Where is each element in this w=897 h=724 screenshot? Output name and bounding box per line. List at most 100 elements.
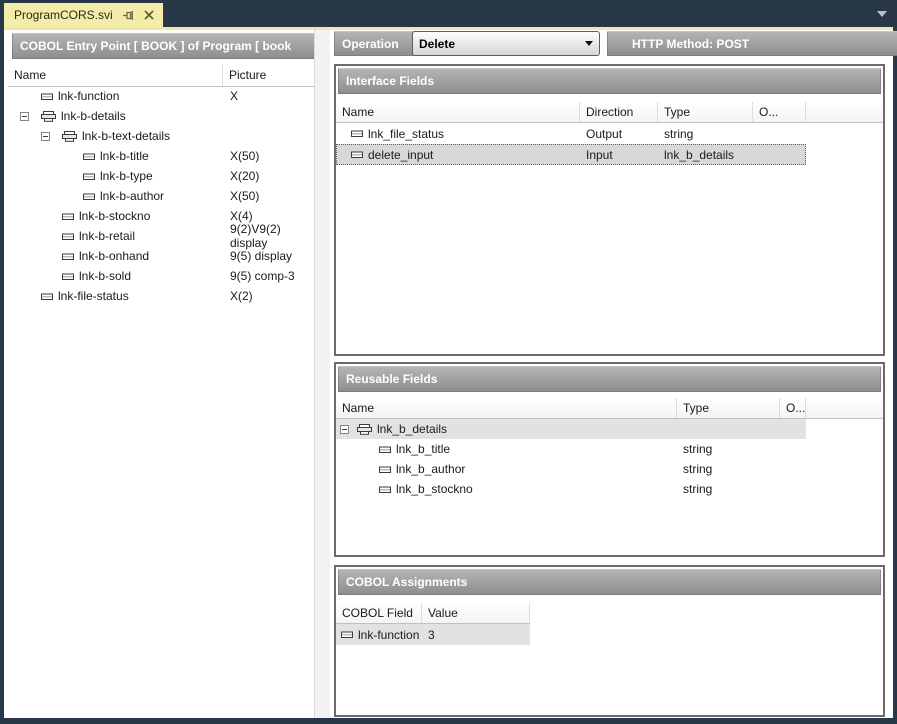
elementary-item-icon	[40, 292, 54, 301]
elementary-item-icon	[40, 92, 54, 101]
group-item-icon	[356, 424, 373, 435]
tree-item-name: lnk-b-stockno	[79, 209, 150, 223]
field-name-cell: lnk_b_details	[336, 419, 677, 439]
elementary-item-icon	[340, 630, 354, 639]
elementary-item-icon	[61, 272, 75, 281]
selected-row-highlight: lnk_b_details	[336, 419, 806, 439]
elementary-item-icon	[61, 252, 75, 261]
tree-row[interactable]: lnk-b-title X(50)	[8, 146, 314, 166]
group-item-icon	[40, 111, 57, 122]
field-occurs-cell	[780, 419, 806, 439]
pin-icon[interactable]	[123, 10, 134, 21]
collapse-minus-icon[interactable]	[20, 112, 29, 121]
cobol-assignment-row[interactable]: lnk-function3	[336, 624, 883, 645]
tree-item-name: lnk-b-title	[100, 149, 149, 163]
column-header-name[interactable]: Name	[336, 398, 677, 418]
reusable-field-row[interactable]: lnk_b_authorstring	[336, 459, 883, 479]
field-name: delete_input	[368, 148, 433, 162]
tree-item-name: lnk-b-retail	[79, 229, 135, 243]
tree-expander[interactable]	[20, 112, 40, 121]
column-header-name[interactable]: Name	[8, 64, 223, 86]
operation-dropdown-value: Delete	[419, 37, 455, 51]
tree-row[interactable]: lnk-function X	[8, 86, 314, 106]
field-type-cell: string	[677, 459, 780, 479]
interface-field-row[interactable]: lnk_file_statusOutputstring	[336, 123, 883, 144]
elementary-item-icon	[40, 92, 54, 101]
reusable-field-row[interactable]: lnk_b_details	[336, 419, 883, 439]
field-occurs-cell	[780, 439, 806, 459]
field-name: lnk_b_stockno	[396, 482, 473, 496]
tree-row[interactable]: lnk-file-statusX(2)	[8, 286, 314, 306]
elementary-item-icon	[82, 192, 96, 201]
group-item-icon	[61, 131, 78, 142]
tree-expander[interactable]	[41, 132, 61, 141]
tree-expander[interactable]	[340, 425, 356, 434]
elementary-item-icon	[61, 272, 75, 281]
field-occurs-cell	[780, 459, 806, 479]
document-area: COBOL Entry Point [ BOOK ] of Program [ …	[4, 30, 893, 718]
field-name-cell: lnk_file_status	[336, 123, 580, 144]
field-type-cell: string	[677, 479, 780, 499]
interface-fields-section: Interface Fields Name Direction Type O..…	[334, 64, 885, 356]
collapse-minus-icon[interactable]	[340, 425, 349, 434]
tree-item-picture: X	[230, 86, 238, 106]
column-header-type[interactable]: Type	[677, 398, 780, 418]
column-header-picture[interactable]: Picture	[223, 68, 266, 82]
interface-fields-rows: lnk_file_statusOutputstringdelete_inputI…	[336, 123, 883, 165]
reusable-fields-section: Reusable Fields Name Type O... lnk_b_det…	[334, 362, 885, 557]
column-header-direction[interactable]: Direction	[580, 102, 658, 122]
application-window: ProgramCORS.svi COBOL Entry Point [ BOOK…	[0, 0, 897, 724]
elementary-item-icon	[61, 212, 75, 221]
column-header-occurs[interactable]: O...	[753, 102, 806, 122]
window-menu-arrow-icon[interactable]	[877, 11, 887, 17]
close-icon[interactable]	[144, 10, 154, 20]
collapse-minus-icon[interactable]	[41, 132, 50, 141]
tree-item-name: lnk-b-author	[100, 189, 164, 203]
reusable-fields-header: Name Type O...	[336, 398, 883, 419]
reusable-field-row[interactable]: lnk_b_titlestring	[336, 439, 883, 459]
tree-item-name: lnk-function	[58, 89, 119, 103]
elementary-item-icon	[378, 445, 392, 454]
column-header-occurs[interactable]: O...	[780, 398, 806, 418]
column-header-name[interactable]: Name	[336, 102, 580, 122]
elementary-item-icon	[378, 485, 392, 494]
document-tab[interactable]: ProgramCORS.svi	[4, 3, 163, 27]
tree-row[interactable]: lnk-b-sold9(5) comp-3	[8, 266, 314, 286]
cobol-assignments-title: COBOL Assignments	[338, 569, 881, 595]
field-occurs-cell	[753, 123, 806, 144]
elementary-item-icon	[82, 172, 96, 181]
elementary-item-icon	[378, 445, 392, 454]
tree-row[interactable]: lnk-b-onhand9(5) display	[8, 246, 314, 266]
selected-row-highlight: delete_inputInputlnk_b_details	[336, 144, 806, 165]
field-name: lnk_b_details	[377, 422, 447, 436]
field-name-cell: lnk_b_title	[336, 439, 677, 459]
tree-row[interactable]: lnk-b-authorX(50)	[8, 186, 314, 206]
reusable-field-row[interactable]: lnk_b_stockno string	[336, 479, 883, 499]
chevron-down-icon	[585, 41, 593, 46]
tree-item-picture: X(50)	[230, 146, 259, 166]
tree-row[interactable]: lnk-b-typeX(20)	[8, 166, 314, 186]
elementary-item-icon	[40, 292, 54, 301]
assignment-value-cell: 3	[422, 624, 530, 645]
elementary-item-icon	[61, 252, 75, 261]
column-header-cobol-field[interactable]: COBOL Field	[336, 603, 422, 623]
column-header-value[interactable]: Value	[422, 603, 530, 623]
tree-row[interactable]: lnk-b-retail9(2)V9(2) display	[8, 226, 314, 246]
tree-item-picture: X(20)	[230, 166, 259, 186]
interface-field-row[interactable]: delete_inputInputlnk_b_details	[336, 144, 883, 165]
elementary-item-icon	[82, 192, 96, 201]
cobol-field-name: lnk-function	[358, 628, 419, 642]
tree-row[interactable]: lnk-b-details	[8, 106, 314, 126]
operation-dropdown[interactable]: Delete	[412, 31, 600, 56]
field-name: lnk_b_title	[396, 442, 450, 456]
pane-splitter[interactable]	[314, 30, 331, 718]
elementary-item-icon	[350, 129, 364, 138]
cobol-field-cell: lnk-function	[336, 624, 422, 645]
field-type-cell: string	[658, 123, 753, 144]
column-header-type[interactable]: Type	[658, 102, 753, 122]
elementary-item-icon	[350, 150, 364, 159]
tree-item-picture: X(2)	[230, 286, 253, 306]
tree-row[interactable]: lnk-b-text-details	[8, 126, 314, 146]
cobol-tree: lnk-function Xlnk-b-detailslnk-b-text-det…	[8, 86, 314, 306]
field-type-cell: lnk_b_details	[658, 144, 753, 165]
